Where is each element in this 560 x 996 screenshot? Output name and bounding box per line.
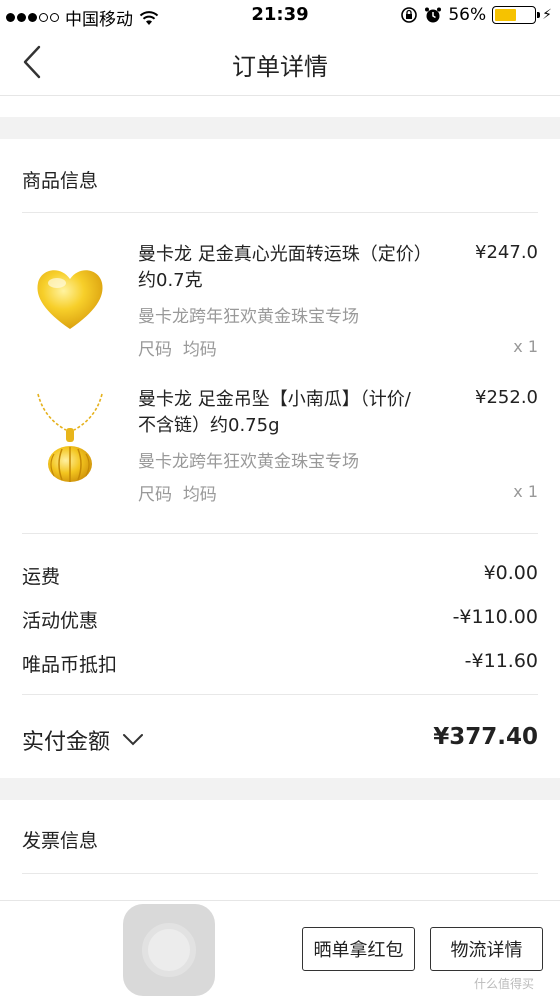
invoice-section-title[interactable]: 发票信息	[22, 826, 98, 853]
coin-deduction-row: 唯品币抵扣 -¥11.60	[22, 650, 538, 680]
fee-value: -¥110.00	[452, 606, 538, 628]
product-item[interactable]: 曼卡龙 足金吊坠【小南瓜】（计价/不含链）约0.75g ¥252.0 曼卡龙跨年…	[0, 387, 560, 527]
size-value: 均码	[182, 340, 217, 360]
product-shop: 曼卡龙跨年狂欢黄金珠宝专场	[138, 452, 359, 472]
product-size: 尺码 均码	[138, 480, 217, 505]
assistive-touch-button[interactable]	[123, 904, 215, 996]
product-name: 曼卡龙 足金真心光面转运珠（定价）约0.7克	[138, 244, 423, 291]
product-shop: 曼卡龙跨年狂欢黄金珠宝专场	[138, 307, 359, 327]
nav-bar: 订单详情	[0, 30, 560, 96]
size-label: 尺码	[138, 485, 172, 505]
gold-pumpkin-pendant-icon	[22, 387, 118, 497]
paid-amount-toggle[interactable]: 实付金额	[22, 724, 144, 756]
product-quantity: x 1	[513, 482, 538, 501]
section-separator	[0, 778, 560, 800]
paid-value: ¥377.40	[433, 724, 538, 750]
divider	[22, 873, 538, 874]
share-for-red-packet-button[interactable]: 晒单拿红包	[302, 927, 415, 971]
product-quantity: x 1	[513, 337, 538, 356]
charging-icon: ⚡	[542, 7, 552, 23]
product-price: ¥252.0	[475, 387, 538, 408]
size-value: 均码	[182, 485, 217, 505]
product-price: ¥247.0	[475, 242, 538, 263]
status-right: 56% ⚡	[400, 5, 552, 25]
divider	[22, 694, 538, 695]
rotation-lock-icon	[401, 7, 418, 23]
gold-heart-bead-icon	[22, 242, 118, 352]
divider	[22, 212, 538, 213]
status-bar: 中国移动 21:39 56% ⚡	[0, 0, 560, 30]
battery-percent: 56%	[448, 5, 487, 25]
fee-label: 活动优惠	[22, 610, 99, 632]
fee-value: ¥0.00	[483, 562, 538, 584]
bottom-action-bar: 晒单拿红包 物流详情 什么值得买	[0, 900, 560, 996]
promotion-discount-row: 活动优惠 -¥110.00	[22, 606, 538, 636]
size-label: 尺码	[138, 340, 172, 360]
watermark: 什么值得买	[473, 977, 534, 991]
alarm-icon	[425, 7, 442, 23]
chevron-down-icon	[123, 734, 144, 746]
shipping-fee-row: 运费 ¥0.00	[22, 562, 538, 592]
fee-label: 运费	[22, 566, 61, 588]
fee-label: 唯品币抵扣	[22, 654, 118, 676]
logistics-details-button[interactable]: 物流详情	[430, 927, 543, 971]
divider	[22, 533, 538, 534]
battery-icon	[492, 6, 541, 24]
product-item[interactable]: 曼卡龙 足金真心光面转运珠（定价）约0.7克 ¥247.0 曼卡龙跨年狂欢黄金珠…	[0, 242, 560, 382]
paid-label: 实付金额	[22, 730, 111, 755]
product-name: 曼卡龙 足金吊坠【小南瓜】（计价/不含链）约0.75g	[138, 389, 411, 436]
fee-value: -¥11.60	[464, 650, 538, 672]
goods-section-title: 商品信息	[22, 170, 99, 192]
section-separator	[0, 117, 560, 139]
product-size: 尺码 均码	[138, 335, 217, 360]
page-title: 订单详情	[232, 53, 328, 81]
paid-amount-row[interactable]: 实付金额 ¥377.40	[22, 720, 538, 760]
